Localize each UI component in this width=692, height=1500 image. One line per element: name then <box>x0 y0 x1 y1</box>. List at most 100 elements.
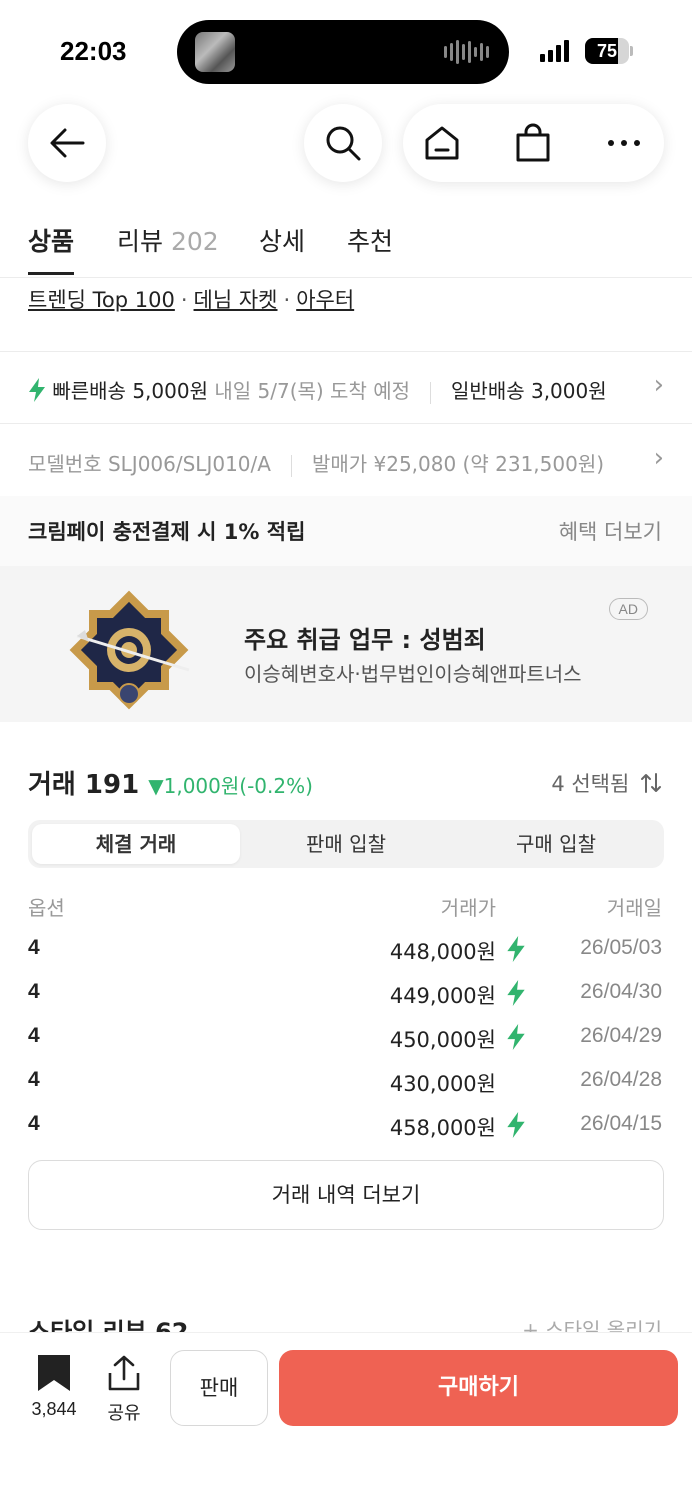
trade-header: 거래 191 ▼1,000원(-0.2%) <box>28 764 313 801</box>
bookmark-count: 3,844 <box>31 1399 77 1419</box>
row-price: 448,000원 <box>389 940 496 964</box>
fast-shipping-eta: 내일 5/7(목) 도착 예정 <box>214 379 411 403</box>
tab-label: 리뷰 <box>117 227 164 256</box>
breadcrumb: 트렌딩 Top 100 · 데님 자켓 · 아우터 <box>28 284 354 314</box>
active-tab-indicator <box>28 272 74 275</box>
ad-banner[interactable]: 주요 취급 업무 : 성범죄 이승혜변호사·법무법인이승혜앤파트너스 AD <box>0 580 692 722</box>
back-button[interactable] <box>28 104 106 182</box>
segment-sell-bids[interactable]: 판매 입찰 <box>242 824 450 864</box>
cellular-signal-icon <box>540 40 569 62</box>
column-header-date: 거래일 <box>606 896 662 920</box>
tab-label: 상세 <box>259 227 306 256</box>
divider <box>0 351 692 352</box>
release-price: 발매가 ¥25,080 (약 231,500원) <box>311 452 605 476</box>
breadcrumb-link[interactable]: 트렌딩 Top 100 <box>28 288 175 312</box>
arrow-left-icon <box>50 128 85 158</box>
share-icon <box>108 1355 140 1391</box>
buy-button[interactable]: 구매하기 <box>279 1350 678 1426</box>
benefit-text: 크림페이 충전결제 시 1% 적립 <box>28 520 306 544</box>
bottom-action-bar: 3,844 공유 판매 구매하기 <box>0 1332 692 1500</box>
ad-badge: AD <box>608 598 648 620</box>
more-trades-button[interactable]: 거래 내역 더보기 <box>28 1160 664 1230</box>
segment-buy-bids[interactable]: 구매 입찰 <box>452 824 660 864</box>
breadcrumb-separator: · <box>283 288 291 312</box>
search-icon <box>326 126 361 161</box>
breadcrumb-separator: · <box>180 288 188 312</box>
row-date: 26/05/03 <box>580 936 662 959</box>
tab-detail[interactable]: 상세 <box>259 222 305 258</box>
battery-tip <box>630 46 633 56</box>
search-button[interactable] <box>304 104 382 182</box>
cart-button[interactable] <box>513 123 553 163</box>
row-date: 26/04/29 <box>580 1024 662 1047</box>
home-button[interactable] <box>422 123 462 163</box>
audio-wave-icon <box>444 40 489 64</box>
tab-recommend[interactable]: 추천 <box>347 222 393 258</box>
battery-icon: 75 <box>585 38 629 64</box>
sell-button[interactable]: 판매 <box>170 1350 268 1426</box>
row-option: 4 <box>28 1068 40 1091</box>
column-header-price: 거래가 <box>440 896 496 920</box>
share-button[interactable]: 공유 <box>98 1355 150 1425</box>
now-playing-thumbnail <box>195 32 235 72</box>
dynamic-island <box>177 20 509 84</box>
tab-product[interactable]: 상품 <box>28 222 74 258</box>
bookmark-button[interactable]: 3,844 <box>24 1355 84 1420</box>
lightning-icon <box>507 936 525 962</box>
table-row: 4 449,000원 26/04/30 <box>0 980 692 1024</box>
model-number: 모델번호 SLJ006/SLJ010/A <box>28 452 271 476</box>
trade-count-title: 거래 191 <box>28 770 140 800</box>
tab-label: 추천 <box>347 227 394 256</box>
normal-shipping-label: 일반배송 3,000원 <box>451 379 607 403</box>
ad-title: 주요 취급 업무 : 성범죄 <box>244 626 486 654</box>
table-row: 4 430,000원 26/04/28 <box>0 1068 692 1112</box>
chevron-right-icon: › <box>653 443 664 473</box>
trade-segment-control: 체결 거래 판매 입찰 구매 입찰 <box>28 820 664 868</box>
option-selected-label: 4 선택됨 <box>551 772 630 796</box>
table-row: 4 450,000원 26/04/29 <box>0 1024 692 1068</box>
shopping-bag-icon <box>516 123 550 162</box>
lightning-icon <box>507 980 525 1006</box>
price-change: 1,000원(-0.2%) <box>163 774 313 798</box>
tab-label: 상품 <box>28 227 75 256</box>
ad-subtitle: 이승혜변호사·법무법인이승혜앤파트너스 <box>244 662 582 686</box>
row-price: 430,000원 <box>389 1072 496 1096</box>
more-button[interactable] <box>604 123 644 163</box>
law-firm-logo <box>69 590 190 710</box>
tab-review[interactable]: 리뷰 202 <box>117 222 219 258</box>
breadcrumb-link[interactable]: 데님 자켓 <box>194 288 278 312</box>
section-gap <box>0 566 692 580</box>
top-nav <box>0 100 692 190</box>
row-date: 26/04/15 <box>580 1112 662 1135</box>
divider <box>0 423 692 424</box>
nav-actions-pill <box>403 104 664 182</box>
chevron-right-icon: › <box>653 370 664 400</box>
breadcrumb-link[interactable]: 아우터 <box>296 288 354 312</box>
benefit-more-link[interactable]: 혜택 더보기 <box>559 516 662 546</box>
row-price: 458,000원 <box>389 1116 496 1140</box>
status-time: 22:03 <box>60 36 127 66</box>
lightning-icon <box>507 1024 525 1050</box>
sort-arrows-icon <box>641 773 661 793</box>
segment-executed[interactable]: 체결 거래 <box>32 824 240 864</box>
vertical-divider <box>430 381 432 404</box>
home-icon <box>425 126 459 160</box>
row-option: 4 <box>28 936 40 959</box>
row-option: 4 <box>28 1024 40 1047</box>
model-row[interactable]: 모델번호 SLJ006/SLJ010/A 발매가 ¥25,080 (약 231,5… <box>28 448 692 477</box>
product-tabs: 상품 리뷰 202 상세 추천 <box>0 214 692 278</box>
benefit-banner: 크림페이 충전결제 시 1% 적립 혜택 더보기 <box>0 496 692 566</box>
vertical-divider <box>290 454 292 477</box>
row-option: 4 <box>28 1112 40 1135</box>
lightning-icon <box>507 1112 525 1138</box>
more-horizontal-icon <box>608 140 640 146</box>
row-date: 26/04/28 <box>580 1068 662 1091</box>
bookmark-icon <box>38 1355 70 1391</box>
table-row: 4 448,000원 26/05/03 <box>0 936 692 980</box>
price-down-arrow-icon: ▼ <box>148 774 164 798</box>
status-bar: 22:03 75 <box>0 0 692 100</box>
option-selector[interactable]: 4 선택됨 <box>551 768 662 798</box>
lightning-icon <box>29 378 45 402</box>
shipping-row[interactable]: 빠른배송 5,000원 내일 5/7(목) 도착 예정 일반배송 3,000원 <box>28 375 692 404</box>
row-option: 4 <box>28 980 40 1003</box>
